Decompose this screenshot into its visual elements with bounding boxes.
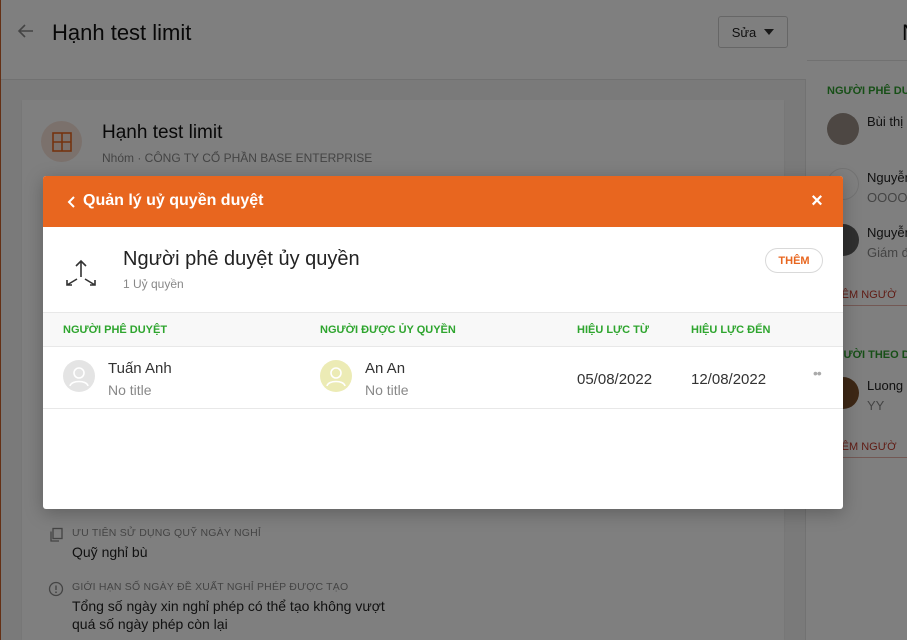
modal-header: Quản lý uỷ quyền duyệt × [43, 176, 843, 227]
more-options-icon[interactable]: •• [813, 365, 829, 381]
user-avatar-icon [320, 360, 352, 392]
delegation-modal: Quản lý uỷ quyền duyệt × Người phê duyệt… [43, 176, 843, 509]
column-valid-from: HIỆU LỰC TỪ [577, 324, 650, 336]
valid-to-date: 12/08/2022 [691, 371, 767, 388]
valid-from-date: 05/08/2022 [577, 371, 653, 388]
delegate-title: No title [365, 382, 409, 398]
expand-arrows-icon [66, 259, 96, 286]
table-row[interactable]: Tuấn Anh No title An An No title 05/08/2… [43, 347, 843, 409]
delegate-name: An An [365, 360, 406, 377]
column-delegate: NGƯỜI ĐƯỢC ỦY QUYỀN [320, 324, 456, 336]
add-delegation-button[interactable]: THÊM [765, 248, 823, 273]
close-icon[interactable]: × [807, 191, 827, 211]
approver-title: No title [108, 382, 152, 398]
user-avatar-icon [63, 360, 95, 392]
column-approver: NGƯỜI PHÊ DUYỆT [63, 324, 168, 336]
approver-name: Tuấn Anh [108, 360, 172, 377]
modal-title[interactable]: Quản lý uỷ quyền duyệt [83, 192, 263, 210]
delegation-title: Người phê duyệt ủy quyền [123, 248, 360, 270]
delegation-count: 1 Uỷ quyền [123, 277, 184, 291]
chevron-left-icon[interactable] [65, 193, 79, 211]
column-valid-to: HIỆU LỰC ĐẾN [691, 324, 771, 336]
table-header: NGƯỜI PHÊ DUYỆT NGƯỜI ĐƯỢC ỦY QUYỀN HIỆU… [43, 312, 843, 347]
